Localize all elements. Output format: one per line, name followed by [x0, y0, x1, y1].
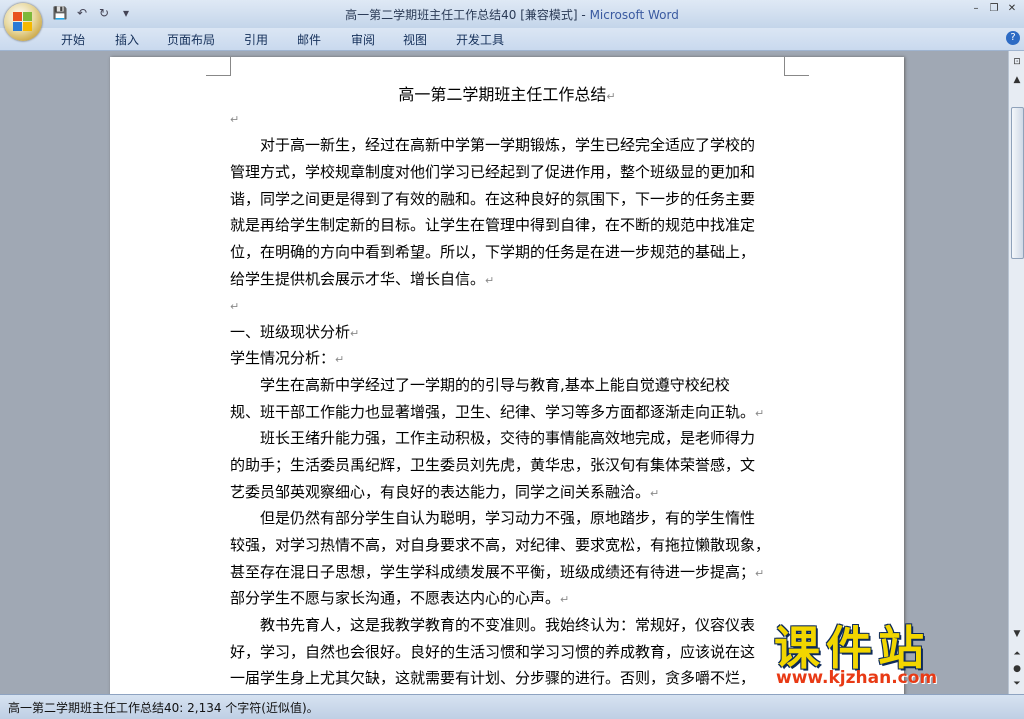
- paragraph-line: 但是仍然有部分学生自认为聪明，学习动力不强，原地踏步，有的学生惰性: [230, 509, 756, 527]
- document-name: 高一第二学期班主任工作总结40 [兼容模式] -: [345, 8, 590, 22]
- paragraph-line: 艺委员邹英观察细心，有良好的表达能力，同学之间关系融洽。↵: [230, 483, 660, 501]
- title-bar: 💾 ↶ ↻ ▾ 高一第二学期班主任工作总结40 [兼容模式] - Microso…: [0, 0, 1024, 28]
- crop-mark-left: [206, 57, 231, 76]
- paragraph-line: 班长王绪升能力强，工作主动积极，交待的事情能高效地完成，是老师得力: [230, 429, 756, 447]
- paragraph-line: 位，在明确的方向中看到希望。所以，下学期的任务是在进一步规范的基础上，: [230, 243, 756, 261]
- vertical-scrollbar[interactable]: ⊡ ▲ ▼ ⏶ ● ⏷: [1008, 51, 1024, 694]
- paragraph-mark: ↵: [230, 113, 240, 126]
- tab-page-layout[interactable]: 页面布局: [167, 31, 215, 48]
- paragraph-line: 管理方式，学校规章制度对他们学习已经起到了促进作用，整个班级显的更加和: [230, 163, 756, 181]
- paragraph-line: 规、班干部工作能力也显著增强，卫生、纪律、学习等多方面都逐渐走向正轨。↵: [230, 403, 765, 421]
- paragraph-line: 就是再给学生制定新的目标。让学生在管理中得到自律，在不断的规范中找准定: [230, 216, 756, 234]
- tab-home[interactable]: 开始: [61, 31, 85, 48]
- section-heading: 一、班级现状分析↵: [230, 323, 360, 341]
- paragraph-line: 谐，同学之间更是得到了有效的融和。在这种良好的氛围下，下一步的任务主要: [230, 190, 756, 208]
- help-icon[interactable]: ?: [1006, 31, 1020, 45]
- office-button[interactable]: [4, 3, 42, 41]
- app-name: Microsoft Word: [589, 8, 679, 22]
- status-text: 高一第二学期班主任工作总结40: 2,134 个字符(近似值)。: [8, 701, 319, 715]
- paragraph-line: ↵: [230, 109, 239, 127]
- tab-view[interactable]: 视图: [403, 31, 427, 48]
- watermark: 课件站 www.kjzhan.com: [774, 612, 1014, 692]
- paragraph-mark: ↵: [755, 407, 765, 420]
- paragraph-line: 的助手；生活委员禹纪辉，卫生委员刘先虎，黄华忠，张汉旬有集体荣誉感，文: [230, 456, 756, 474]
- ribbon-tabs: 开始 插入 页面布局 引用 邮件 审阅 视图 开发工具 ?: [0, 28, 1024, 51]
- document-workspace: 高一第二学期班主任工作总结↵ ↵ 对于高一新生，经过在高新中学第一学期锻炼，学生…: [0, 51, 1008, 697]
- watermark-url: www.kjzhan.com: [776, 668, 938, 688]
- crop-mark-right: [784, 57, 809, 76]
- status-bar: 高一第二学期班主任工作总结40: 2,134 个字符(近似值)。: [0, 694, 1024, 719]
- paragraph-mark: ↵: [755, 567, 765, 580]
- paragraph-line: 好，学习，自然也会很好。良好的生活习惯和学习习惯的养成教育，应该说在这: [230, 643, 756, 661]
- paragraph-mark: ↵: [606, 90, 616, 103]
- window-controls: – ❐ ✕: [968, 2, 1020, 16]
- tab-insert[interactable]: 插入: [115, 31, 139, 48]
- restore-button[interactable]: ❐: [986, 2, 1002, 16]
- ruler-toggle-icon[interactable]: ⊡: [1010, 55, 1024, 69]
- tab-review[interactable]: 审阅: [351, 31, 375, 48]
- subheading: 学生情况分析：↵: [230, 349, 345, 367]
- paragraph-line: 较强，对学习热情不高，对自身要求不高，对纪律、要求宽松，有拖拉懒散现象，: [230, 536, 771, 554]
- tab-mailings[interactable]: 邮件: [297, 31, 321, 48]
- paragraph-mark: ↵: [560, 593, 570, 606]
- paragraph-line: ↵: [230, 296, 239, 314]
- scroll-up-button[interactable]: ▲: [1010, 73, 1024, 87]
- paragraph-mark: ↵: [230, 300, 240, 313]
- paragraph-mark: ↵: [335, 353, 345, 366]
- document-page[interactable]: 高一第二学期班主任工作总结↵ ↵ 对于高一新生，经过在高新中学第一学期锻炼，学生…: [110, 57, 904, 697]
- paragraph-line: 一届学生身上尤其欠缺，这就需要有计划、分步骤的进行。否则，贪多嚼不烂，: [230, 669, 756, 687]
- paragraph-line: 部分学生不愿与家长沟通，不愿表达内心的心声。↵: [230, 589, 570, 607]
- paragraph-mark: ↵: [485, 274, 495, 287]
- window-title: 高一第二学期班主任工作总结40 [兼容模式] - Microsoft Word: [0, 6, 1024, 23]
- paragraph-line: 给学生提供机会展示才华、增长自信。↵: [230, 270, 495, 288]
- tab-developer[interactable]: 开发工具: [456, 31, 504, 48]
- close-button[interactable]: ✕: [1004, 2, 1020, 16]
- office-logo-icon: [13, 12, 33, 32]
- paragraph-line: 对于高一新生，经过在高新中学第一学期锻炼，学生已经完全适应了学校的: [230, 136, 756, 154]
- paragraph-line: 学生在高新中学经过了一学期的的引导与教育,基本上能自觉遵守校纪校: [230, 376, 730, 394]
- paragraph-mark: ↵: [350, 327, 360, 340]
- scroll-thumb[interactable]: [1011, 107, 1024, 259]
- paragraph-mark: ↵: [650, 487, 660, 500]
- paragraph-line: 教书先育人，这是我教学教育的不变准则。我始终认为：常规好，仪容仪表: [230, 616, 756, 634]
- minimize-button[interactable]: –: [968, 2, 984, 16]
- paragraph-line: 甚至存在混日子思想，学生学科成绩发展不平衡，班级成绩还有待进一步提高；↵: [230, 563, 765, 581]
- document-title: 高一第二学期班主任工作总结↵: [398, 85, 616, 104]
- tab-references[interactable]: 引用: [244, 31, 268, 48]
